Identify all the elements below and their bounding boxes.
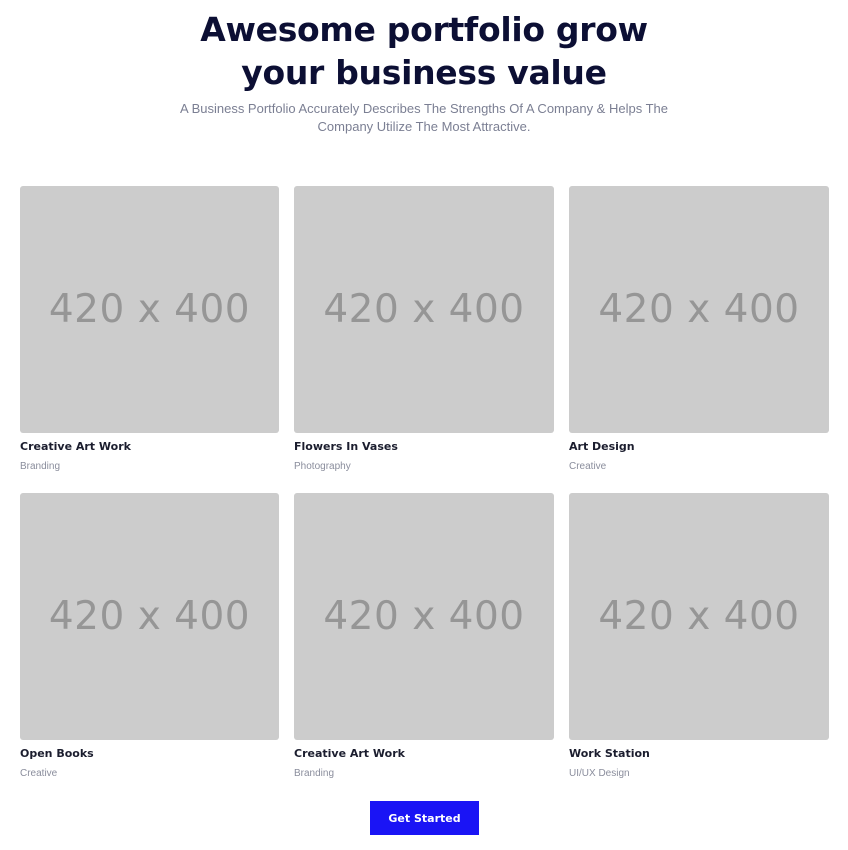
- section-heading: Awesome portfolio grow your business val…: [0, 8, 848, 94]
- image-placeholder-label: 420 x 400: [48, 594, 251, 639]
- portfolio-card: 420 x 400 Flowers In Vases Photography: [294, 186, 554, 493]
- portfolio-title[interactable]: Art Design: [569, 441, 829, 453]
- portfolio-card: 420 x 400 Work Station UI/UX Design: [569, 493, 829, 800]
- portfolio-title[interactable]: Open Books: [20, 748, 279, 760]
- portfolio-image[interactable]: 420 x 400: [569, 493, 829, 740]
- portfolio-card: 420 x 400 Art Design Creative: [569, 186, 829, 493]
- get-started-button[interactable]: Get Started: [370, 801, 479, 835]
- image-placeholder-label: 420 x 400: [598, 594, 800, 639]
- portfolio-title[interactable]: Flowers In Vases: [294, 441, 554, 453]
- portfolio-category: Branding: [294, 768, 335, 779]
- heading-line-2: your business value: [241, 53, 607, 92]
- image-placeholder-label: 420 x 400: [48, 287, 251, 332]
- image-placeholder-label: 420 x 400: [598, 287, 800, 332]
- portfolio-image[interactable]: 420 x 400: [294, 186, 554, 433]
- portfolio-category: Creative: [569, 461, 607, 472]
- portfolio-image[interactable]: 420 x 400: [20, 493, 279, 740]
- portfolio-category: Branding: [20, 461, 61, 472]
- portfolio-section: Awesome portfolio grow your business val…: [0, 0, 848, 850]
- section-subtitle: A Business Portfolio Accurately Describe…: [180, 101, 668, 134]
- heading-line-1: Awesome portfolio grow: [200, 10, 648, 49]
- portfolio-card: 420 x 400 Open Books Creative: [20, 493, 279, 800]
- portfolio-image[interactable]: 420 x 400: [294, 493, 554, 740]
- portfolio-title[interactable]: Creative Art Work: [294, 748, 554, 760]
- portfolio-title[interactable]: Creative Art Work: [20, 441, 279, 453]
- portfolio-category: Creative: [20, 768, 58, 779]
- image-placeholder-label: 420 x 400: [323, 594, 525, 639]
- portfolio-image[interactable]: 420 x 400: [20, 186, 279, 433]
- image-placeholder-label: 420 x 400: [323, 287, 525, 332]
- portfolio-category: Photography: [294, 461, 351, 472]
- portfolio-grid: 420 x 400 Creative Art Work Branding 420…: [20, 186, 829, 800]
- portfolio-title[interactable]: Work Station: [569, 748, 829, 760]
- portfolio-card: 420 x 400 Creative Art Work Branding: [20, 186, 279, 493]
- portfolio-category: UI/UX Design: [569, 768, 630, 779]
- portfolio-card: 420 x 400 Creative Art Work Branding: [294, 493, 554, 800]
- portfolio-image[interactable]: 420 x 400: [569, 186, 829, 433]
